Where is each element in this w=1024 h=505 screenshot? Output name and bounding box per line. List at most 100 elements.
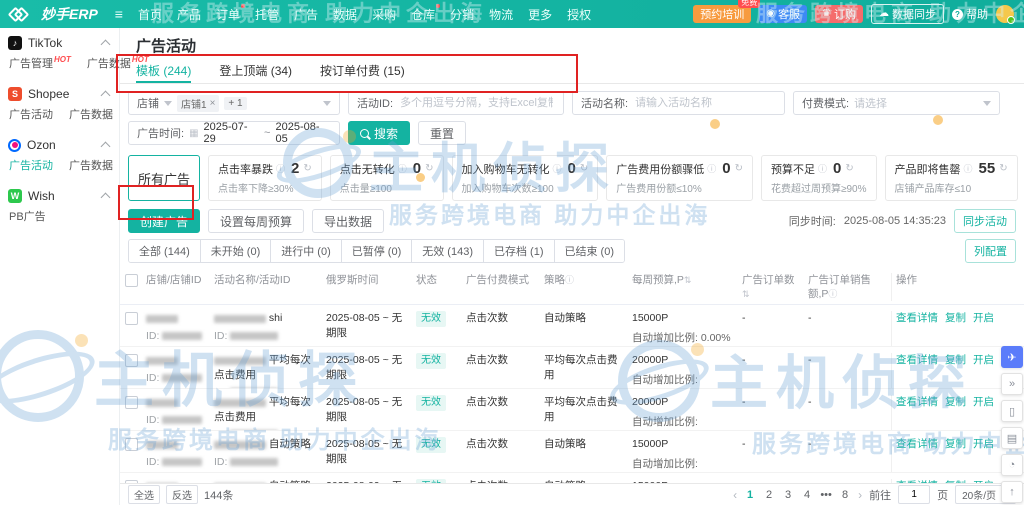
- export-data-button[interactable]: 导出数据: [312, 209, 385, 233]
- alert-card[interactable]: 点击率暴跌 ⓘ 2 ↻ 点击率下降≥30%: [208, 155, 322, 201]
- back-to-top-float-button[interactable]: ↑: [1001, 481, 1023, 503]
- sync-campaigns-button[interactable]: 同步活动: [954, 209, 1016, 233]
- page-number[interactable]: 8: [839, 489, 851, 501]
- alert-card[interactable]: 点击无转化 ⓘ 0 ↻ 点击量≥100: [329, 155, 444, 201]
- pay-mode-select[interactable]: 付费模式: 请选择: [793, 91, 1000, 115]
- view-details-link[interactable]: 查看详情: [896, 437, 938, 472]
- enable-link[interactable]: 开启: [973, 353, 994, 388]
- sidebar-section-ozon[interactable]: Ozon: [0, 130, 119, 157]
- reset-button[interactable]: 重置: [418, 121, 467, 145]
- row-checkbox[interactable]: [124, 438, 138, 452]
- sidebar-item-tiktok-ad-data[interactable]: 广告数据HOT: [87, 55, 149, 71]
- set-weekly-budget-button[interactable]: 设置每周预算: [208, 209, 305, 233]
- prev-page-icon[interactable]: ‹: [733, 488, 737, 502]
- sidebar-item-ozon-campaigns[interactable]: 广告活动: [9, 157, 53, 173]
- nav-item-data[interactable]: 数据: [333, 6, 357, 23]
- nav-item-product[interactable]: 产品: [177, 6, 201, 23]
- goto-page-input[interactable]: [898, 485, 931, 504]
- column-config-button[interactable]: 列配置: [965, 239, 1016, 263]
- view-details-link[interactable]: 查看详情: [896, 311, 938, 346]
- all-ads-card[interactable]: 所有广告: [128, 155, 200, 201]
- sidebar-section-wish[interactable]: W Wish: [0, 181, 119, 208]
- nav-item-purchase[interactable]: 采购: [372, 6, 396, 23]
- nav-item-ads[interactable]: 广告: [294, 6, 318, 23]
- invert-selection-button[interactable]: 反选: [166, 485, 198, 504]
- copy-link[interactable]: 复制: [945, 353, 966, 388]
- next-page-icon[interactable]: ›: [858, 488, 862, 502]
- page-number[interactable]: 2: [763, 489, 775, 501]
- alert-card[interactable]: 预算不足 ⓘ 0 ↻ 花费超过周预算≥90%: [761, 155, 877, 201]
- header-budget[interactable]: 每周预算,P⇅: [628, 273, 738, 287]
- search-button[interactable]: 搜索: [348, 121, 411, 145]
- view-details-link[interactable]: 查看详情: [896, 395, 938, 430]
- status-tab[interactable]: 已存档 (1): [484, 240, 555, 262]
- filter-link-icon[interactable]: ↻: [303, 163, 311, 174]
- training-button[interactable]: 预约培训 免费: [693, 0, 761, 23]
- campaign-name-input[interactable]: [633, 96, 776, 110]
- sidebar-item-wish-pb-ads[interactable]: PB广告: [9, 208, 46, 224]
- status-tab[interactable]: 进行中 (0): [271, 240, 342, 262]
- customer-service-button[interactable]: ◉ 客服: [759, 5, 808, 23]
- sidebar-item-ozon-ad-data[interactable]: 广告数据: [69, 157, 113, 173]
- page-number[interactable]: 3: [782, 489, 794, 501]
- ad-time-range-picker[interactable]: 广告时间: ▦ 2025-07-29 ~ 2025-08-05: [128, 121, 340, 145]
- header-orders[interactable]: 广告订单数⇅: [738, 273, 804, 301]
- nav-item-distribution[interactable]: 分销: [450, 6, 474, 23]
- page-number[interactable]: •••: [820, 489, 832, 501]
- nav-item-hosting[interactable]: 托管: [255, 6, 279, 23]
- sort-icon[interactable]: ⇅: [742, 289, 750, 299]
- nav-item-logistics[interactable]: 物流: [489, 6, 513, 23]
- filter-link-icon[interactable]: ↻: [580, 163, 588, 174]
- copy-link[interactable]: 复制: [945, 311, 966, 346]
- enable-link[interactable]: 开启: [973, 311, 994, 346]
- sidebar-item-tiktok-ad-manage[interactable]: 广告管理HOT: [9, 55, 71, 71]
- nav-item-order[interactable]: 订单: [216, 3, 246, 23]
- user-avatar[interactable]: [996, 5, 1015, 24]
- nav-item-warehouse[interactable]: 仓库: [411, 3, 441, 23]
- copy-link[interactable]: 复制: [945, 395, 966, 430]
- remove-tag-icon[interactable]: ×: [210, 98, 216, 109]
- filter-link-icon[interactable]: ↻: [425, 163, 433, 174]
- nav-item-authorization[interactable]: 授权: [567, 6, 591, 23]
- status-tab[interactable]: 已暂停 (0): [341, 240, 413, 262]
- guide-float-button[interactable]: ▤: [1001, 427, 1023, 449]
- row-checkbox[interactable]: [124, 396, 138, 410]
- nav-item-home[interactable]: 首页: [138, 6, 162, 23]
- tab-pay-per-order[interactable]: 按订单付费 (15): [320, 62, 405, 83]
- status-tab[interactable]: 无效 (143): [412, 240, 484, 262]
- campaign-id-input[interactable]: [398, 96, 555, 110]
- enable-link[interactable]: 开启: [973, 437, 994, 472]
- filter-link-icon[interactable]: ↻: [999, 163, 1007, 174]
- sort-icon[interactable]: ⇅: [684, 275, 692, 285]
- status-tab[interactable]: 全部 (144): [129, 240, 201, 262]
- data-sync-button[interactable]: ☁ 数据同步: [871, 4, 944, 24]
- sidebar-section-tiktok[interactable]: ♪ TikTok: [0, 28, 119, 55]
- expand-float-button[interactable]: »: [1001, 373, 1023, 395]
- copy-link[interactable]: 复制: [945, 437, 966, 472]
- create-ad-button[interactable]: 创建广告: [128, 209, 201, 233]
- alert-card[interactable]: 产品即将售罄 ⓘ 55 ↻ 店铺产品库存≤10: [884, 155, 1018, 201]
- row-checkbox[interactable]: [124, 312, 138, 326]
- sidebar-item-shopee-campaigns[interactable]: 广告活动: [9, 106, 53, 122]
- alert-card[interactable]: 广告费用份额骤低 ⓘ 0 ↻ 广告费用份额≤10%: [606, 155, 753, 201]
- page-number[interactable]: 1: [744, 489, 756, 501]
- sidebar-section-shopee[interactable]: S Shopee: [0, 79, 119, 106]
- alert-card[interactable]: 加入购物车无转化 ⓘ 0 ↻ 加入购物车次数≥100: [451, 155, 599, 201]
- view-details-link[interactable]: 查看详情: [896, 353, 938, 388]
- select-all-button[interactable]: 全选: [128, 485, 160, 504]
- sidebar-item-shopee-ad-data[interactable]: 广告数据: [69, 106, 113, 122]
- mobile-app-float-button[interactable]: ▯: [1001, 400, 1023, 422]
- history-float-button[interactable]: ◔: [1001, 454, 1023, 476]
- nav-item-more[interactable]: 更多: [528, 6, 552, 23]
- status-tab[interactable]: 已结束 (0): [554, 240, 624, 262]
- page-number[interactable]: 4: [801, 489, 813, 501]
- enable-link[interactable]: 开启: [973, 395, 994, 430]
- feedback-float-button[interactable]: ✈: [1001, 346, 1023, 368]
- menu-collapse-icon[interactable]: ≡: [115, 6, 123, 22]
- subscribe-button[interactable]: ♛ 订购: [815, 5, 863, 23]
- help-button[interactable]: ? 帮助: [952, 6, 988, 22]
- select-all-checkbox[interactable]: [124, 274, 138, 287]
- status-tab[interactable]: 未开始 (0): [200, 240, 272, 262]
- row-checkbox[interactable]: [124, 354, 138, 368]
- filter-link-icon[interactable]: ↻: [735, 163, 743, 174]
